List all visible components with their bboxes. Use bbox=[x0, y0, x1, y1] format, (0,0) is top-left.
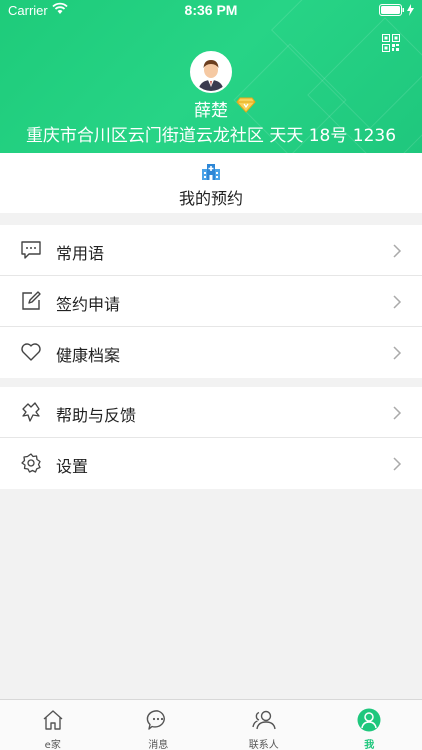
qr-code-icon[interactable] bbox=[382, 34, 400, 52]
tab-messages[interactable]: 消息 bbox=[106, 700, 212, 750]
menu-item-label: 健康档案 bbox=[56, 346, 121, 365]
menu-item-label: 设置 bbox=[56, 457, 89, 476]
battery-icon bbox=[379, 4, 414, 16]
chevron-right-icon bbox=[393, 457, 402, 471]
menu-item-health-records[interactable]: 健康档案 bbox=[0, 327, 422, 378]
tab-me[interactable]: 我 bbox=[317, 700, 422, 750]
menu-item-sign-application[interactable]: 签约申请 bbox=[0, 276, 422, 327]
vip-diamond-icon bbox=[236, 97, 256, 113]
profile-header: Carrier 8:36 PM 薛楚 重庆市合川区云门街道云龙社区 天天 18号… bbox=[0, 0, 422, 153]
chevron-right-icon bbox=[393, 406, 402, 420]
avatar[interactable] bbox=[190, 51, 232, 93]
user-name-row: 薛楚 bbox=[0, 96, 422, 121]
avatar-image bbox=[192, 53, 230, 91]
my-appointments-label: 我的预约 bbox=[178, 189, 243, 208]
menu-item-common-phrases[interactable]: 常用语 bbox=[0, 225, 422, 276]
user-name: 薛楚 bbox=[194, 101, 228, 121]
chevron-right-icon bbox=[393, 244, 402, 258]
menu-item-label: 常用语 bbox=[56, 244, 105, 263]
chevron-right-icon bbox=[393, 346, 402, 360]
menu-item-label: 帮助与反馈 bbox=[56, 406, 137, 425]
menu-group-primary: 常用语 签约申请 健康档案 bbox=[0, 225, 422, 378]
chat-icon bbox=[21, 241, 41, 259]
message-icon bbox=[146, 710, 166, 730]
menu-item-settings[interactable]: 设置 bbox=[0, 438, 422, 489]
help-icon bbox=[22, 402, 40, 422]
tab-home[interactable]: e家 bbox=[0, 700, 106, 750]
menu-item-label: 签约申请 bbox=[56, 295, 121, 314]
person-icon bbox=[357, 708, 381, 732]
my-appointments-button[interactable]: 我的预约 bbox=[0, 153, 422, 213]
hospital-icon bbox=[202, 164, 220, 180]
menu-item-help-feedback[interactable]: 帮助与反馈 bbox=[0, 387, 422, 438]
gear-icon bbox=[21, 453, 41, 473]
heart-icon bbox=[21, 343, 41, 361]
tab-label: 联系人 bbox=[248, 740, 279, 750]
contacts-icon bbox=[252, 710, 276, 730]
chevron-right-icon bbox=[393, 295, 402, 309]
tab-contacts[interactable]: 联系人 bbox=[211, 700, 317, 750]
tab-bar: e家 消息 联系人 我 bbox=[0, 699, 422, 750]
status-bar: Carrier 8:36 PM bbox=[0, 0, 422, 22]
status-time: 8:36 PM bbox=[184, 2, 238, 18]
home-icon bbox=[43, 710, 63, 730]
tab-label: 我 bbox=[364, 740, 375, 750]
menu-group-secondary: 帮助与反馈 设置 bbox=[0, 387, 422, 489]
edit-icon bbox=[22, 291, 41, 310]
user-address: 重庆市合川区云门街道云龙社区 天天 18号 1236 bbox=[25, 126, 397, 146]
tab-label: e家 bbox=[44, 740, 61, 750]
tab-label: 消息 bbox=[148, 740, 169, 750]
